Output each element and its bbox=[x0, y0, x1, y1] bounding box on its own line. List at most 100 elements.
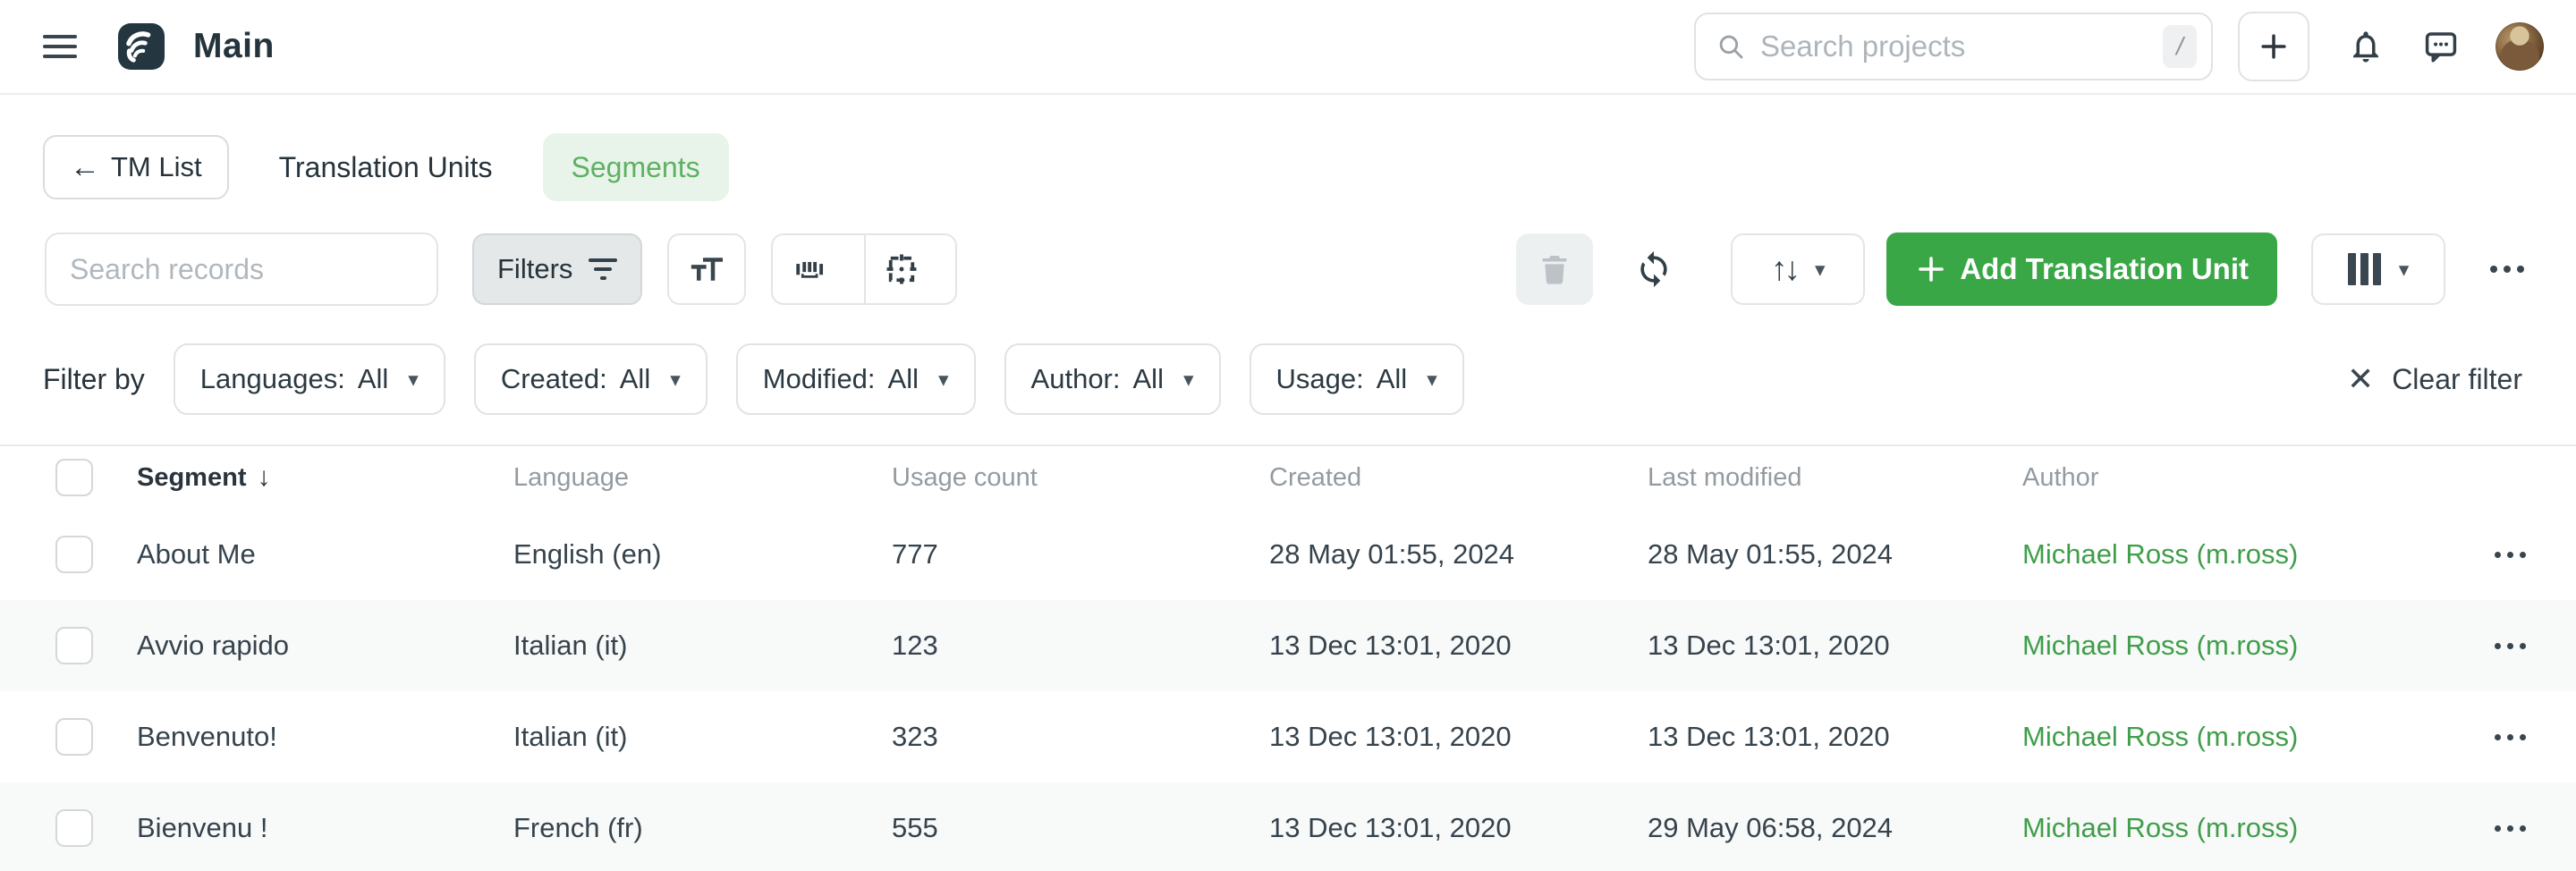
column-header-last-modified[interactable]: Last modified bbox=[1648, 463, 2022, 493]
records-search-input[interactable] bbox=[70, 253, 413, 286]
add-translation-unit-button[interactable]: Add Translation Unit bbox=[1886, 233, 2277, 306]
table-row[interactable]: About Me English (en) 777 28 May 01:55, … bbox=[0, 509, 2576, 600]
sort-arrows-icon: ↑↓ bbox=[1771, 250, 1797, 288]
filter-chip-value: All bbox=[1133, 363, 1164, 395]
clear-filter-label: Clear filter bbox=[2392, 363, 2522, 396]
column-header-segment[interactable]: Segment ↓ bbox=[137, 462, 513, 493]
table-header: Segment ↓ Language Usage count Created L… bbox=[0, 446, 2576, 509]
project-search[interactable]: / bbox=[1694, 13, 2213, 80]
cell-usage-count: 123 bbox=[892, 630, 1269, 662]
row-checkbox[interactable] bbox=[55, 809, 93, 847]
whitespace-view-button[interactable] bbox=[773, 235, 864, 303]
select-all-checkbox[interactable] bbox=[55, 459, 93, 496]
cell-last-modified: 28 May 01:55, 2024 bbox=[1648, 538, 2022, 571]
page-title: Main bbox=[193, 27, 275, 66]
cell-created: 28 May 01:55, 2024 bbox=[1269, 538, 1648, 571]
filter-chip-label: Modified: bbox=[763, 363, 876, 395]
cell-author-link[interactable]: Michael Ross (m.ross) bbox=[2022, 538, 2469, 571]
caret-down-icon: ▾ bbox=[670, 368, 681, 392]
app-logo-icon bbox=[118, 23, 165, 70]
clear-filter-button[interactable]: ✕ Clear filter bbox=[2347, 360, 2522, 398]
filters-button[interactable]: Filters bbox=[472, 233, 642, 305]
cell-usage-count: 777 bbox=[892, 538, 1269, 571]
filter-chip-usage[interactable]: Usage: All ▾ bbox=[1250, 343, 1464, 415]
refresh-button[interactable] bbox=[1634, 249, 1674, 289]
filter-chip-created[interactable]: Created: All ▾ bbox=[474, 343, 708, 415]
cell-created: 13 Dec 13:01, 2020 bbox=[1269, 630, 1648, 662]
row-more-button[interactable] bbox=[2495, 825, 2576, 832]
filter-chip-value: All bbox=[358, 363, 388, 395]
toolbar: Filters bbox=[0, 232, 2576, 307]
focus-view-button[interactable] bbox=[864, 235, 955, 303]
cell-segment: Benvenuto! bbox=[137, 721, 513, 753]
create-project-button[interactable] bbox=[2238, 12, 2309, 81]
column-header-created[interactable]: Created bbox=[1269, 463, 1648, 493]
filter-chip-label: Created: bbox=[501, 363, 607, 395]
caret-down-icon: ▾ bbox=[1815, 258, 1826, 282]
cell-segment: About Me bbox=[137, 538, 513, 571]
filter-lines-icon bbox=[589, 258, 617, 280]
column-header-author[interactable]: Author bbox=[2022, 463, 2469, 493]
barcode-icon bbox=[791, 250, 828, 288]
project-search-input[interactable] bbox=[1760, 30, 2163, 63]
filter-bar: Filter by Languages: All ▾ Created: All … bbox=[0, 343, 2576, 415]
back-to-tm-list-button[interactable]: ← TM List bbox=[43, 135, 229, 199]
feedback-button[interactable] bbox=[2422, 28, 2460, 65]
caret-down-icon: ▾ bbox=[1183, 368, 1194, 392]
filter-chip-modified[interactable]: Modified: All ▾ bbox=[736, 343, 976, 415]
menu-icon[interactable] bbox=[43, 35, 77, 58]
text-size-icon bbox=[688, 250, 725, 288]
column-header-usage-count[interactable]: Usage count bbox=[892, 463, 1269, 493]
tab-translation-units[interactable]: Translation Units bbox=[279, 151, 493, 184]
cell-usage-count: 323 bbox=[892, 721, 1269, 753]
cell-segment: Bienvenu ! bbox=[137, 812, 513, 844]
back-button-label: TM List bbox=[111, 151, 202, 183]
filter-by-label: Filter by bbox=[43, 363, 145, 396]
records-search[interactable] bbox=[45, 233, 438, 306]
cell-last-modified: 29 May 06:58, 2024 bbox=[1648, 812, 2022, 844]
filter-chip-value: All bbox=[888, 363, 919, 395]
caret-down-icon: ▾ bbox=[1427, 368, 1437, 392]
column-header-language[interactable]: Language bbox=[513, 463, 892, 493]
filter-chip-label: Usage: bbox=[1276, 363, 1364, 395]
filter-chip-label: Author: bbox=[1031, 363, 1121, 395]
toolbar-more-button[interactable] bbox=[2490, 266, 2524, 273]
cell-language: French (fr) bbox=[513, 812, 892, 844]
filter-chip-value: All bbox=[1377, 363, 1407, 395]
cell-author-link[interactable]: Michael Ross (m.ross) bbox=[2022, 721, 2469, 753]
search-shortcut-badge: / bbox=[2163, 25, 2197, 68]
cell-author-link[interactable]: Michael Ross (m.ross) bbox=[2022, 630, 2469, 662]
cell-author-link[interactable]: Michael Ross (m.ross) bbox=[2022, 812, 2469, 844]
chat-icon bbox=[2422, 28, 2460, 65]
cell-created: 13 Dec 13:01, 2020 bbox=[1269, 721, 1648, 753]
row-more-button[interactable] bbox=[2495, 643, 2576, 649]
cell-usage-count: 555 bbox=[892, 812, 1269, 844]
user-avatar[interactable] bbox=[2496, 22, 2544, 71]
view-tabs: ← TM List Translation Units Segments bbox=[0, 134, 2576, 200]
filter-chip-languages[interactable]: Languages: All ▾ bbox=[174, 343, 445, 415]
columns-button[interactable]: ▾ bbox=[2311, 233, 2445, 305]
row-checkbox[interactable] bbox=[55, 718, 93, 756]
row-more-button[interactable] bbox=[2495, 552, 2576, 558]
cell-language: Italian (it) bbox=[513, 721, 892, 753]
add-translation-unit-label: Add Translation Unit bbox=[1960, 252, 2249, 286]
top-bar: Main / bbox=[0, 0, 2576, 95]
text-size-toggle-button[interactable] bbox=[667, 233, 746, 305]
caret-down-icon: ▾ bbox=[408, 368, 419, 392]
delete-selected-button[interactable] bbox=[1516, 233, 1593, 305]
tab-segments[interactable]: Segments bbox=[543, 133, 729, 201]
table-row[interactable]: Bienvenu ! French (fr) 555 13 Dec 13:01,… bbox=[0, 782, 2576, 871]
table-row[interactable]: Benvenuto! Italian (it) 323 13 Dec 13:01… bbox=[0, 691, 2576, 782]
row-checkbox[interactable] bbox=[55, 627, 93, 664]
filters-button-label: Filters bbox=[497, 253, 572, 285]
sort-button[interactable]: ↑↓ ▾ bbox=[1731, 233, 1865, 305]
plus-icon bbox=[1915, 253, 1947, 285]
row-more-button[interactable] bbox=[2495, 734, 2576, 740]
row-checkbox[interactable] bbox=[55, 536, 93, 573]
table-row[interactable]: Avvio rapido Italian (it) 123 13 Dec 13:… bbox=[0, 600, 2576, 691]
caret-down-icon: ▾ bbox=[2399, 258, 2410, 282]
table-body: About Me English (en) 777 28 May 01:55, … bbox=[0, 509, 2576, 871]
notifications-button[interactable] bbox=[2347, 28, 2385, 65]
view-mode-toggle-group bbox=[771, 233, 957, 305]
filter-chip-author[interactable]: Author: All ▾ bbox=[1004, 343, 1221, 415]
